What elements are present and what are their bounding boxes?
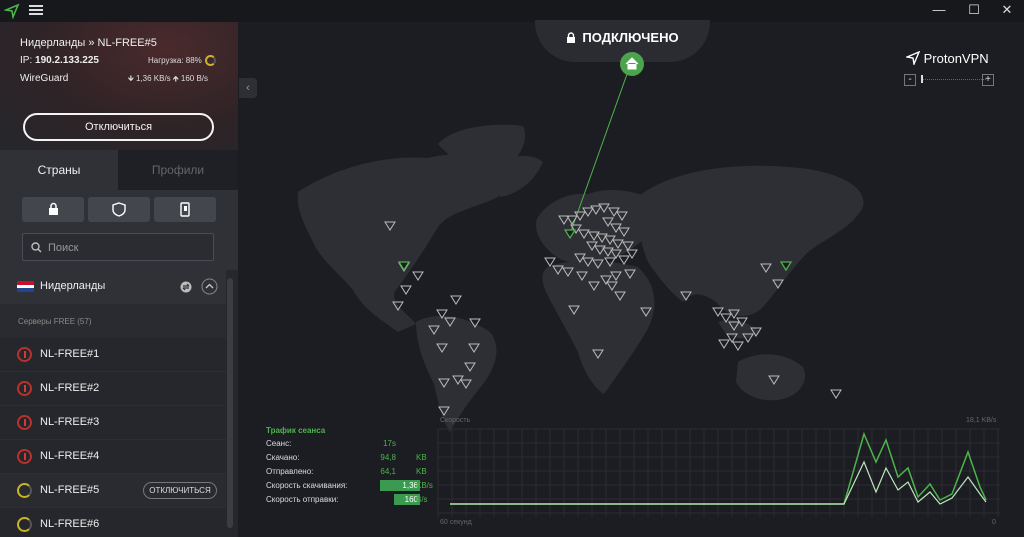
shield-icon — [112, 202, 126, 217]
secure-core-filter-button[interactable] — [22, 197, 84, 222]
hamburger-menu-icon[interactable] — [29, 3, 43, 17]
tab-countries[interactable]: Страны — [0, 150, 118, 190]
maximize-button[interactable]: ☐ — [957, 0, 991, 22]
traffic-unit: KB — [416, 453, 427, 462]
server-marker[interactable] — [830, 389, 842, 399]
protonvpn-logo-icon — [904, 50, 921, 67]
country-row-netherlands[interactable]: Нидерланды — [0, 270, 226, 304]
server-name: NL-FREE#1 — [40, 348, 100, 360]
server-name: NL-FREE#2 — [40, 382, 100, 394]
connection-title: Нидерланды » NL-FREE#5 — [20, 37, 157, 49]
server-marker[interactable] — [544, 257, 556, 267]
traffic-row: Отправлено: 64,1 KB — [266, 467, 436, 481]
graph-max-label: 18,1 KB/s — [966, 417, 997, 424]
traffic-unit: KB — [416, 467, 427, 476]
server-marker[interactable] — [732, 341, 744, 351]
p2p-filter-button[interactable] — [154, 197, 216, 222]
download-arrow-icon: 🡻 — [128, 74, 134, 83]
traffic-value: 94,8 — [380, 453, 396, 462]
zoom-slider-thumb[interactable] — [921, 75, 923, 83]
search-box[interactable]: Поиск — [22, 233, 214, 261]
traffic-row: Скорость скачивания: 1,36 KB/s — [266, 480, 436, 495]
zoom-out-button[interactable]: - — [904, 74, 916, 86]
traffic-value: 17s — [383, 439, 396, 448]
ip-address: IP: 190.2.133.225 — [20, 55, 99, 66]
server-row[interactable]: NL-FREE#5 ОТКЛЮЧИТЬСЯ — [0, 474, 226, 508]
server-load-icon — [17, 347, 32, 362]
server-marker[interactable] — [412, 271, 424, 281]
zoom-in-button[interactable]: + — [982, 74, 994, 86]
traffic-row: Сеанс: 17s — [266, 439, 436, 453]
traffic-value: 64,1 — [380, 467, 396, 476]
connection-speed: 🡻 1,36 KB/s 🡹 160 B/s — [128, 74, 209, 83]
traffic-value: 1,36 — [380, 480, 420, 491]
load-ring-icon — [205, 55, 216, 66]
traffic-label: Отправлено: — [266, 467, 314, 476]
connection-info-panel: Нидерланды » NL-FREE#5 IP: 190.2.133.225… — [0, 22, 238, 150]
brand: ProtonVPN — [904, 50, 989, 67]
lock-icon — [567, 32, 576, 43]
traffic-unit: KB/s — [416, 481, 433, 490]
search-icon — [31, 242, 42, 253]
collapse-sidebar-button[interactable]: ‹ — [239, 78, 257, 98]
zoom-slider[interactable] — [922, 79, 986, 80]
server-name: NL-FREE#3 — [40, 416, 100, 428]
tab-profiles[interactable]: Профили — [118, 150, 238, 190]
title-bar: — ☐ ✕ — [0, 0, 1024, 22]
search-input[interactable]: Поиск — [48, 242, 78, 254]
country-name: Нидерланды — [40, 280, 106, 292]
free-servers-header: Серверы FREE (57) — [0, 304, 226, 338]
server-disconnect-button[interactable]: ОТКЛЮЧИТЬСЯ — [143, 482, 217, 499]
graph-left-label: 60 секунд — [440, 519, 472, 526]
netshield-filter-button[interactable] — [88, 197, 150, 222]
lock-icon — [49, 202, 58, 215]
server-load-text: Нагрузка: 88% — [148, 56, 202, 65]
sidebar: Нидерланды » NL-FREE#5 IP: 190.2.133.225… — [0, 22, 238, 537]
server-row[interactable]: NL-FREE#6 — [0, 508, 226, 537]
server-list-scrollbar[interactable] — [227, 278, 233, 528]
traffic-row: Скачано: 94,8 KB — [266, 453, 436, 467]
server-load-icon — [17, 415, 32, 430]
graph-title: Скорость — [440, 417, 471, 424]
server-row[interactable]: NL-FREE#2 — [0, 372, 226, 406]
server-marker[interactable] — [450, 295, 462, 305]
free-servers-label: Серверы FREE (57) — [18, 317, 92, 326]
p2p-icon — [180, 281, 192, 293]
server-marker[interactable] — [718, 339, 730, 349]
graph-right-label: 0 — [992, 519, 996, 526]
server-marker[interactable] — [618, 255, 630, 265]
home-location-icon — [620, 52, 644, 76]
server-row[interactable]: NL-FREE#4 — [0, 440, 226, 474]
protocol-label: WireGuard — [20, 73, 69, 84]
server-name: NL-FREE#6 — [40, 518, 100, 530]
traffic-label: Скорость отправки: — [266, 495, 339, 504]
traffic-row: Скорость отправки: 160 B/s — [266, 494, 436, 509]
speed-graph — [437, 428, 1000, 517]
traffic-label: Сеанс: — [266, 439, 292, 448]
map-area: ‹ ПОДКЛЮЧЕНО ProtonVPN - + Трафик сеанса… — [238, 20, 1024, 537]
traffic-unit: B/s — [416, 495, 428, 504]
traffic-label: Скачано: — [266, 453, 300, 462]
minimize-button[interactable]: — — [922, 0, 956, 22]
filter-area: Поиск — [0, 190, 238, 270]
traffic-label: Скорость скачивания: — [266, 481, 348, 490]
close-button[interactable]: ✕ — [990, 0, 1024, 22]
server-load-icon — [17, 381, 32, 396]
upload-arrow-icon: 🡹 — [172, 74, 179, 83]
netherlands-flag-icon — [17, 281, 34, 292]
server-row[interactable]: NL-FREE#3 — [0, 406, 226, 440]
load-ring-icon — [17, 483, 32, 498]
server-load-icon — [17, 517, 32, 532]
server-marker[interactable] — [400, 285, 412, 295]
traffic-title: Трафик сеанса — [266, 426, 326, 435]
session-traffic-panel: Трафик сеанса Сеанс: 17s Скачано: 94,8 KB Отп… — [266, 426, 436, 509]
server-name: NL-FREE#5 — [40, 484, 100, 496]
server-load-icon — [17, 449, 32, 464]
server-name: NL-FREE#4 — [40, 450, 100, 462]
protonvpn-logo-icon — [4, 3, 20, 19]
disconnect-button[interactable]: Отключиться — [23, 113, 214, 141]
collapse-chevron-icon[interactable] — [201, 278, 218, 295]
device-icon — [180, 202, 190, 217]
server-row[interactable]: NL-FREE#1 — [0, 338, 226, 372]
